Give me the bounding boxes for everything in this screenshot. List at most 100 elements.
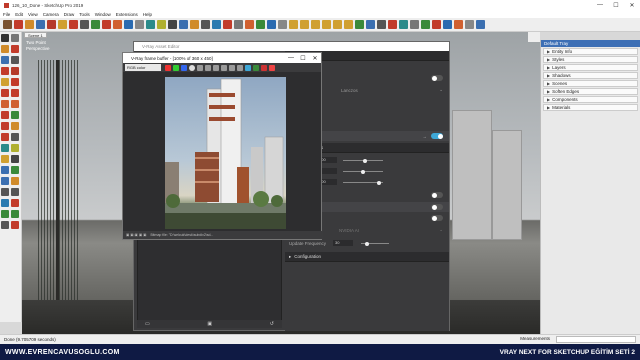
vray-sphere-light-icon[interactable] [300,20,309,29]
progressive-toggle[interactable] [431,133,443,139]
vray-export-icon[interactable] [421,20,430,29]
tray-item-scenes[interactable]: ▶ Scenes [543,80,638,87]
duplicate-icon[interactable] [221,64,227,71]
move-icon[interactable] [1,111,9,119]
pencil-icon[interactable] [1,56,9,64]
green-channel-icon[interactable] [173,64,179,71]
open-folder-icon[interactable]: ▭ [145,321,150,327]
two-point-arc-icon[interactable] [11,89,19,97]
vray-batch-icon[interactable] [432,20,441,29]
fb-minimize-button[interactable]: — [285,53,297,63]
orbit-tool-icon[interactable] [179,20,188,29]
pie-icon[interactable] [1,100,9,108]
render-icon[interactable] [269,64,275,71]
render-last-icon[interactable] [245,64,251,71]
vray-cloud-icon[interactable] [443,20,452,29]
menu-tools[interactable]: Tools [79,12,90,17]
red-channel-icon[interactable] [165,64,171,71]
tray-item-styles[interactable]: ▶ Styles [543,56,638,63]
select-arrow-icon[interactable] [1,34,9,42]
menu-draw[interactable]: Draw [64,12,75,17]
vray-mesh-light-icon[interactable] [355,20,364,29]
arc-icon[interactable] [1,89,9,97]
push-pull-icon[interactable] [91,20,100,29]
text-icon[interactable] [11,155,19,163]
menu-help[interactable]: Help [143,12,152,17]
offset-tool-icon[interactable] [135,20,144,29]
vray-scene-icon[interactable] [410,20,419,29]
tray-item-entity-info[interactable]: ▶ Entity Info [543,48,638,55]
circle-tool-icon[interactable] [58,20,67,29]
three-point-arc-icon[interactable] [11,100,19,108]
tray-item-components[interactable]: ▶ Components [543,96,638,103]
follow-me-icon[interactable] [11,122,19,130]
menu-extensions[interactable]: Extensions [116,12,138,17]
menu-window[interactable]: Window [95,12,111,17]
rect-icon[interactable] [1,67,9,75]
vray-ies-light-icon[interactable] [322,20,331,29]
walk-icon[interactable] [1,221,9,229]
vray-asset-editor-icon[interactable] [267,20,276,29]
rotated-rect-icon[interactable] [11,67,19,75]
tray-item-shadows[interactable]: ▶ Shadows [543,72,638,79]
pan-icon[interactable] [11,177,19,185]
pan-tool-icon[interactable] [190,20,199,29]
eraser-tool-icon[interactable] [14,20,23,29]
fb-close-button[interactable]: ✕ [309,53,321,63]
arc-tool-icon[interactable] [69,20,78,29]
update-frequency-slider[interactable] [361,241,389,246]
mono-icon[interactable] [197,64,203,71]
dimension-icon[interactable] [157,20,166,29]
previous-view-icon[interactable] [11,199,19,207]
vray-light-icon[interactable] [289,20,298,29]
denoiser-sub-toggle[interactable] [431,215,443,221]
tray-item-materials[interactable]: ▶ Materials [543,104,638,111]
circle-icon[interactable] [1,78,9,86]
max-subdivs-slider[interactable] [343,158,383,163]
scale-tool-icon[interactable] [124,20,133,29]
configuration-section[interactable]: ▸ Configuration [285,252,449,262]
tray-handle[interactable] [528,32,540,42]
polygon-icon[interactable] [11,78,19,86]
region-render-icon[interactable] [237,64,243,71]
paint-bucket-icon[interactable] [25,20,34,29]
track-mouse-icon[interactable] [229,64,235,71]
minimize-button[interactable]: — [592,0,608,10]
blue-channel-icon[interactable] [181,64,187,71]
chevron-down-icon[interactable]: ⌄ [439,227,443,233]
paint-icon[interactable] [1,45,9,53]
vray-denoise-icon[interactable] [465,20,474,29]
channel-select[interactable]: RGB color [125,64,161,71]
chevron-down-icon[interactable]: ⌄ [439,87,443,93]
vray-help-icon[interactable] [476,20,485,29]
line-tool-icon[interactable] [36,20,45,29]
alpha-channel-icon[interactable] [189,64,195,71]
axes-icon[interactable] [1,166,9,174]
select-tool-icon[interactable] [3,20,12,29]
tape-measure-icon[interactable] [146,20,155,29]
stop-render-icon[interactable] [261,64,267,71]
vray-omni-light-icon[interactable] [333,20,342,29]
rectangle-tool-icon[interactable] [47,20,56,29]
protractor-icon[interactable] [1,155,9,163]
filter-type-dropdown[interactable]: Lanczos [341,88,358,93]
scale-icon[interactable] [1,133,9,141]
position-camera-icon[interactable] [1,210,9,218]
warehouse-icon[interactable] [223,20,232,29]
polygon-tool-icon[interactable] [80,20,89,29]
vray-infinite-plane-icon[interactable] [377,20,386,29]
push-pull-left-icon[interactable] [11,111,19,119]
clear-image-icon[interactable] [213,64,219,71]
tape-icon[interactable] [1,144,9,152]
vray-interactive-icon[interactable] [256,20,265,29]
tray-item-layers[interactable]: ▶ Layers [543,64,638,71]
make-component-icon[interactable] [11,34,19,42]
orbit-icon[interactable] [1,177,9,185]
save-image-icon[interactable] [205,64,211,71]
vray-dome-light-icon[interactable] [344,20,353,29]
zoom-tool-icon[interactable] [201,20,210,29]
zoom-extents-left-icon[interactable] [1,199,9,207]
denoiser-toggle[interactable] [431,204,443,210]
interactive-render-icon[interactable] [253,64,259,71]
section-plane-icon[interactable] [11,221,19,229]
